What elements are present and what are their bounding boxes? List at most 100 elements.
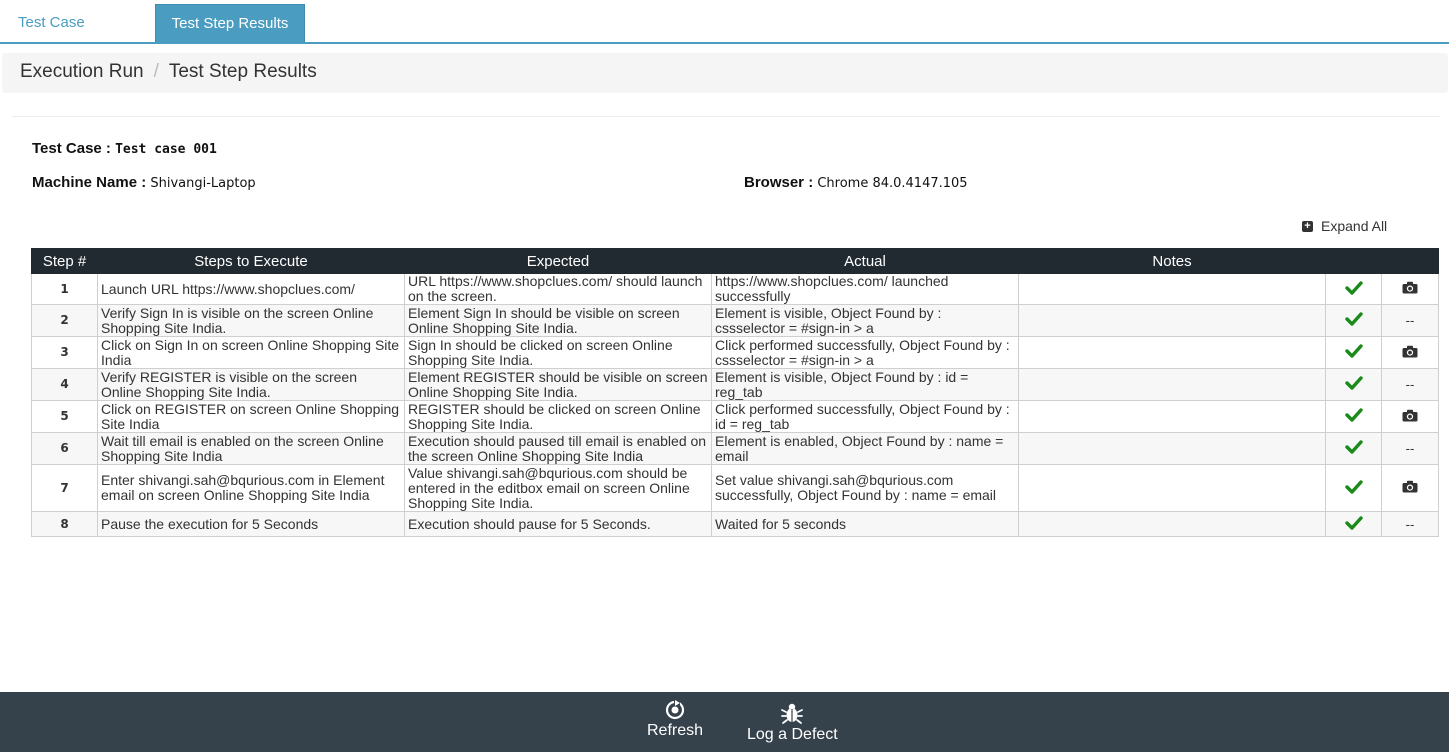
tab-test-step-results[interactable]: Test Step Results <box>155 4 305 42</box>
expected-cell: URL https://www.shopclues.com/ should la… <box>404 273 712 305</box>
header-status <box>1325 248 1382 274</box>
step-results-table: Step # Steps to Execute Expected Actual … <box>31 248 1439 537</box>
step-number-cell: 6 <box>31 432 98 465</box>
camera-icon[interactable] <box>1402 281 1418 294</box>
notes-cell <box>1018 368 1326 401</box>
step-number-cell: 5 <box>31 400 98 433</box>
plus-square-icon: + <box>1302 220 1313 232</box>
step-number-cell: 8 <box>31 511 98 537</box>
bug-icon <box>781 703 804 724</box>
notes-cell <box>1018 273 1326 305</box>
browser-label: Browser : <box>744 174 814 191</box>
table-row: 1 Launch URL https://www.shopclues.com/UR… <box>31 273 1439 305</box>
screenshot-cell[interactable] <box>1381 336 1439 369</box>
table-row: 5 Click on REGISTER on screen Online Shop… <box>31 400 1439 433</box>
screenshot-cell[interactable] <box>1381 464 1439 512</box>
footer-bar: Refresh Log a Defect <box>0 692 1449 752</box>
camera-icon[interactable] <box>1402 345 1418 358</box>
notes-cell <box>1018 464 1326 512</box>
notes-cell <box>1018 511 1326 537</box>
step-number-cell: 3 <box>31 336 98 369</box>
tab-test-case-results[interactable]: Test Case Results <box>0 4 155 69</box>
test-case-info: Test Case : Test case 001 <box>32 140 217 157</box>
test-case-label: Test Case : <box>32 140 111 157</box>
expand-all-label: Expand All <box>1321 218 1388 234</box>
status-cell <box>1325 400 1382 433</box>
breadcrumb-current: Test Step Results <box>168 61 317 82</box>
no-screenshot-dash: -- <box>1405 441 1415 456</box>
log-defect-button[interactable]: Log a Defect <box>747 702 838 744</box>
expected-cell: Element Sign In should be visible on scr… <box>404 304 712 337</box>
status-cell <box>1325 304 1382 337</box>
expand-all-button[interactable]: + Expand All <box>1302 218 1387 234</box>
camera-icon[interactable] <box>1402 480 1418 493</box>
check-icon <box>1344 408 1363 422</box>
tab-bar: Test Case Results Test Step Results <box>0 0 1449 69</box>
status-cell <box>1325 432 1382 465</box>
refresh-icon <box>665 700 685 720</box>
actual-cell: Set value shivangi.sah@bqurious.com succ… <box>711 464 1019 512</box>
check-icon <box>1344 515 1363 530</box>
header-step: Step # <box>31 248 98 274</box>
notes-cell <box>1018 432 1326 465</box>
breadcrumb: Execution Run / Test Step Results <box>2 53 1448 93</box>
screenshot-cell: -- <box>1381 432 1439 465</box>
check-icon <box>1344 376 1363 390</box>
notes-cell <box>1018 336 1326 369</box>
steps-to-execute-cell: Wait till email is enabled on the screen… <box>97 432 405 465</box>
breadcrumb-root[interactable]: Execution Run <box>20 61 144 82</box>
header-expected: Expected <box>404 248 712 274</box>
status-cell <box>1325 464 1382 512</box>
no-screenshot-dash: -- <box>1405 313 1415 328</box>
check-icon <box>1344 344 1363 358</box>
steps-to-execute-cell: Verify REGISTER is visible on the screen… <box>97 368 405 401</box>
step-number-cell: 2 <box>31 304 98 337</box>
machine-info: Machine Name : Shivangi-Laptop <box>32 174 256 191</box>
table-row: 8 Pause the execution for 5 Seconds Execut… <box>31 511 1439 537</box>
check-icon <box>1344 440 1363 454</box>
screenshot-cell[interactable] <box>1381 273 1439 305</box>
table-row: 6 Wait till email is enabled on the scree… <box>31 432 1439 465</box>
step-number-cell: 4 <box>31 368 98 401</box>
expected-cell: Value shivangi.sah@bqurious.com should b… <box>404 464 712 512</box>
check-icon <box>1344 280 1363 295</box>
camera-icon[interactable] <box>1402 409 1418 422</box>
step-number-cell: 7 <box>31 464 98 512</box>
steps-to-execute-cell: Verify Sign In is visible on the screen … <box>97 304 405 337</box>
refresh-button[interactable]: Refresh <box>647 700 703 740</box>
status-cell <box>1325 273 1382 305</box>
table-row: 3 Click on Sign In on screen Online Shopp… <box>31 336 1439 369</box>
steps-to-execute-cell: Pause the execution for 5 Seconds <box>97 511 405 537</box>
expected-cell: Execution should paused till email is en… <box>404 432 712 465</box>
header-actual: Actual <box>711 248 1019 274</box>
screenshot-cell: -- <box>1381 304 1439 337</box>
notes-cell <box>1018 304 1326 337</box>
actual-cell: https://www.shopclues.com/ launched succ… <box>711 273 1019 305</box>
header-steps-to-execute: Steps to Execute <box>97 248 405 274</box>
steps-to-execute-cell: Launch URL https://www.shopclues.com/ <box>97 273 405 305</box>
status-cell <box>1325 336 1382 369</box>
screenshot-cell: -- <box>1381 511 1439 537</box>
actual-cell: Element is visible, Object Found by : cs… <box>711 304 1019 337</box>
browser-info: Browser : Chrome 84.0.4147.105 <box>744 174 968 191</box>
test-case-value: Test case 001 <box>115 142 217 157</box>
expected-cell: REGISTER should be clicked on screen Onl… <box>404 400 712 433</box>
table-row: 4 Verify REGISTER is visible on the scree… <box>31 368 1439 401</box>
header-screenshot <box>1381 248 1439 274</box>
machine-value: Shivangi-Laptop <box>150 176 256 191</box>
actual-cell: Waited for 5 seconds <box>711 511 1019 537</box>
actual-cell: Click performed successfully, Object Fou… <box>711 400 1019 433</box>
no-screenshot-dash: -- <box>1405 377 1415 392</box>
log-defect-label: Log a Defect <box>747 726 838 743</box>
steps-to-execute-cell: Click on Sign In on screen Online Shoppi… <box>97 336 405 369</box>
expected-cell: Element REGISTER should be visible on sc… <box>404 368 712 401</box>
step-number-cell: 1 <box>31 273 98 305</box>
refresh-label: Refresh <box>647 722 704 739</box>
expected-cell: Sign In should be clicked on screen Onli… <box>404 336 712 369</box>
steps-to-execute-cell: Enter shivangi.sah@bqurious.com in Eleme… <box>97 464 405 512</box>
screenshot-cell[interactable] <box>1381 400 1439 433</box>
check-icon <box>1344 312 1363 326</box>
actual-cell: Element is visible, Object Found by : id… <box>711 368 1019 401</box>
screenshot-cell: -- <box>1381 368 1439 401</box>
divider <box>12 116 1440 117</box>
